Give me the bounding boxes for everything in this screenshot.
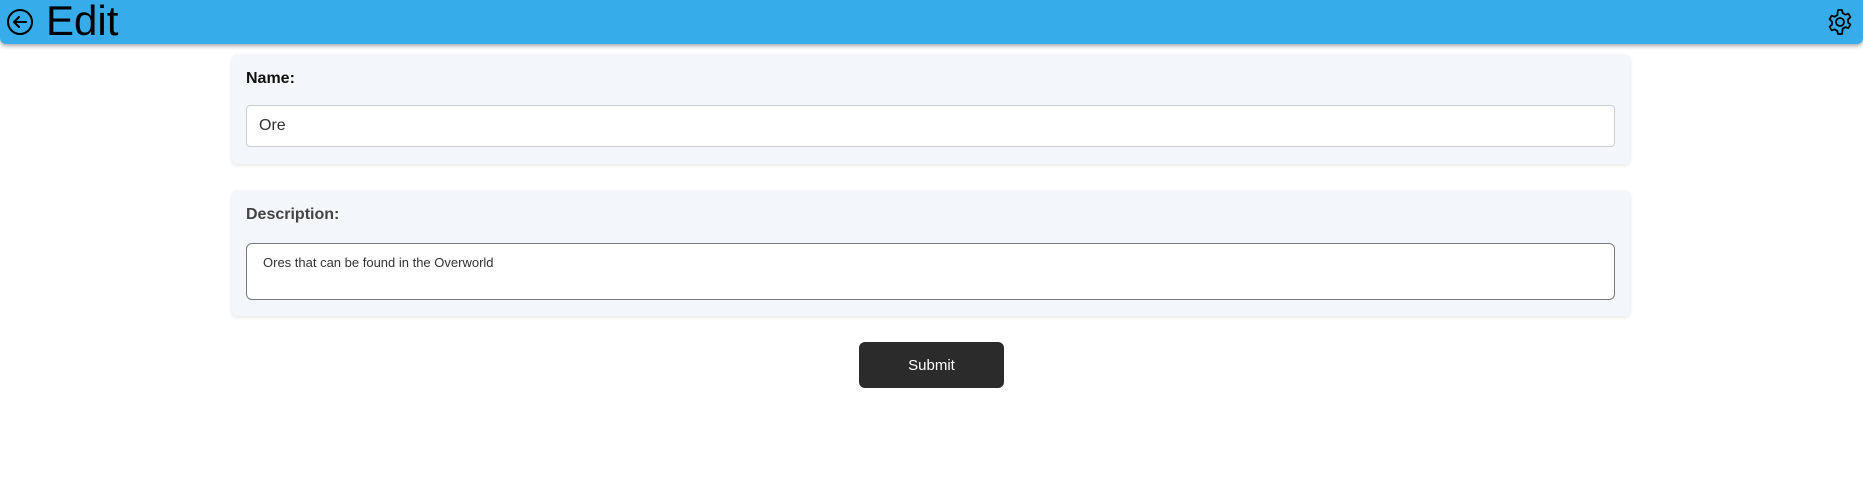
page-title: Edit <box>46 0 119 44</box>
name-label: Name: <box>246 70 295 87</box>
settings-button[interactable] <box>1825 7 1855 37</box>
name-card: Name: <box>232 55 1630 164</box>
description-label: Description: <box>246 206 340 223</box>
back-button[interactable] <box>5 7 35 37</box>
description-textarea[interactable]: Ores that can be found in the Overworld <box>246 243 1615 300</box>
arrow-left-circle-icon <box>7 9 33 35</box>
top-bar: Edit <box>0 0 1863 44</box>
description-card: Description: Ores that can be found in t… <box>232 191 1630 316</box>
gear-icon <box>1828 9 1852 35</box>
name-input[interactable] <box>246 105 1615 147</box>
submit-button[interactable]: Submit <box>859 342 1004 388</box>
